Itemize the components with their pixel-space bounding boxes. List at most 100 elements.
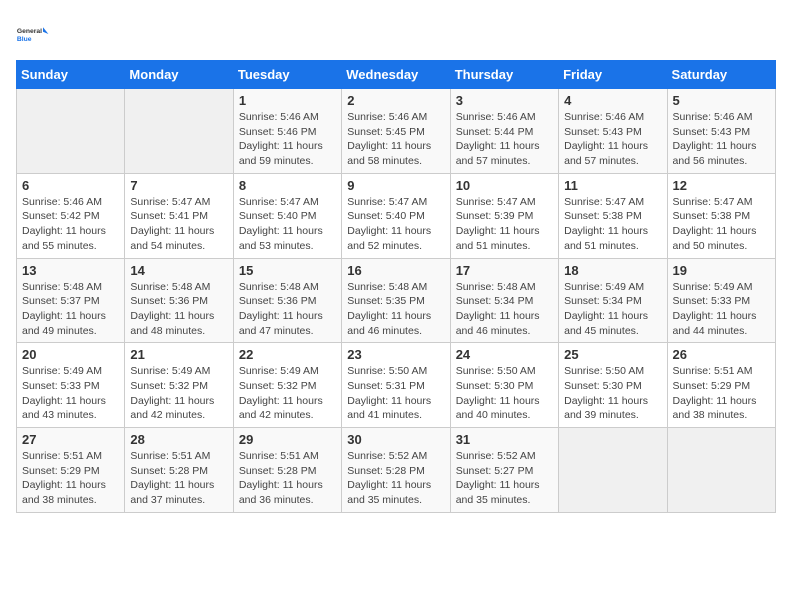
calendar-cell: 16 Sunrise: 5:48 AM Sunset: 5:35 PM Dayli…	[342, 258, 450, 343]
day-number: 6	[22, 178, 119, 193]
day-number: 23	[347, 347, 444, 362]
day-number: 28	[130, 432, 227, 447]
day-number: 5	[673, 93, 770, 108]
day-number: 24	[456, 347, 553, 362]
calendar-cell: 10Sunrise: 5:47 AM Sunset: 5:39 PM Dayli…	[450, 173, 558, 258]
calendar-cell: 31 Sunrise: 5:52 AM Sunset: 5:27 PM Dayli…	[450, 428, 558, 513]
day-number: 19	[673, 263, 770, 278]
day-info: Sunrise: 5:47 AM Sunset: 5:38 PM Dayligh…	[673, 195, 770, 254]
calendar-cell: 29Sunrise: 5:51 AM Sunset: 5:28 PM Dayli…	[233, 428, 341, 513]
calendar-cell: 14Sunrise: 5:48 AM Sunset: 5:36 PM Dayli…	[125, 258, 233, 343]
day-info: Sunrise: 5:49 AM Sunset: 5:34 PM Dayligh…	[564, 280, 661, 339]
calendar-cell: 21 Sunrise: 5:49 AM Sunset: 5:32 PM Dayli…	[125, 343, 233, 428]
day-number: 25	[564, 347, 661, 362]
calendar-cell: 5 Sunrise: 5:46 AM Sunset: 5:43 PM Daylig…	[667, 89, 775, 174]
day-info: Sunrise: 5:47 AM Sunset: 5:38 PM Dayligh…	[564, 195, 661, 254]
day-info: Sunrise: 5:51 AM Sunset: 5:28 PM Dayligh…	[130, 449, 227, 508]
day-number: 10	[456, 178, 553, 193]
weekday-header-tuesday: Tuesday	[233, 61, 341, 89]
weekday-header-wednesday: Wednesday	[342, 61, 450, 89]
calendar-cell: 19 Sunrise: 5:49 AM Sunset: 5:33 PM Dayli…	[667, 258, 775, 343]
day-number: 16	[347, 263, 444, 278]
calendar-cell	[17, 89, 125, 174]
day-number: 3	[456, 93, 553, 108]
calendar-cell: 28 Sunrise: 5:51 AM Sunset: 5:28 PM Dayli…	[125, 428, 233, 513]
calendar-cell: 25 Sunrise: 5:50 AM Sunset: 5:30 PM Dayli…	[559, 343, 667, 428]
calendar-cell	[667, 428, 775, 513]
day-number: 11	[564, 178, 661, 193]
day-info: Sunrise: 5:52 AM Sunset: 5:28 PM Dayligh…	[347, 449, 444, 508]
calendar-cell: 22Sunrise: 5:49 AM Sunset: 5:32 PM Dayli…	[233, 343, 341, 428]
day-number: 8	[239, 178, 336, 193]
calendar-cell: 9Sunrise: 5:47 AM Sunset: 5:40 PM Daylig…	[342, 173, 450, 258]
day-info: Sunrise: 5:50 AM Sunset: 5:30 PM Dayligh…	[456, 364, 553, 423]
calendar-cell: 13 Sunrise: 5:48 AM Sunset: 5:37 PM Dayli…	[17, 258, 125, 343]
calendar-cell: 11 Sunrise: 5:47 AM Sunset: 5:38 PM Dayli…	[559, 173, 667, 258]
day-number: 17	[456, 263, 553, 278]
day-number: 4	[564, 93, 661, 108]
page-header: GeneralBlue	[16, 16, 776, 52]
svg-text:Blue: Blue	[17, 36, 32, 43]
day-info: Sunrise: 5:46 AM Sunset: 5:45 PM Dayligh…	[347, 110, 444, 169]
logo: GeneralBlue	[16, 16, 52, 52]
weekday-header-sunday: Sunday	[17, 61, 125, 89]
calendar-cell: 30 Sunrise: 5:52 AM Sunset: 5:28 PM Dayli…	[342, 428, 450, 513]
day-number: 1	[239, 93, 336, 108]
day-number: 26	[673, 347, 770, 362]
day-number: 15	[239, 263, 336, 278]
calendar-cell: 24 Sunrise: 5:50 AM Sunset: 5:30 PM Dayli…	[450, 343, 558, 428]
day-info: Sunrise: 5:50 AM Sunset: 5:31 PM Dayligh…	[347, 364, 444, 423]
day-info: Sunrise: 5:46 AM Sunset: 5:44 PM Dayligh…	[456, 110, 553, 169]
day-number: 12	[673, 178, 770, 193]
day-info: Sunrise: 5:49 AM Sunset: 5:32 PM Dayligh…	[130, 364, 227, 423]
day-info: Sunrise: 5:46 AM Sunset: 5:43 PM Dayligh…	[564, 110, 661, 169]
calendar-cell	[559, 428, 667, 513]
weekday-header-row: SundayMondayTuesdayWednesdayThursdayFrid…	[17, 61, 776, 89]
day-number: 2	[347, 93, 444, 108]
calendar-week-row: 13 Sunrise: 5:48 AM Sunset: 5:37 PM Dayli…	[17, 258, 776, 343]
day-number: 27	[22, 432, 119, 447]
day-info: Sunrise: 5:52 AM Sunset: 5:27 PM Dayligh…	[456, 449, 553, 508]
day-number: 30	[347, 432, 444, 447]
calendar-cell: 12 Sunrise: 5:47 AM Sunset: 5:38 PM Dayli…	[667, 173, 775, 258]
day-info: Sunrise: 5:51 AM Sunset: 5:29 PM Dayligh…	[673, 364, 770, 423]
day-info: Sunrise: 5:46 AM Sunset: 5:43 PM Dayligh…	[673, 110, 770, 169]
calendar-week-row: 1 Sunrise: 5:46 AM Sunset: 5:46 PM Daylig…	[17, 89, 776, 174]
day-info: Sunrise: 5:48 AM Sunset: 5:36 PM Dayligh…	[130, 280, 227, 339]
day-number: 13	[22, 263, 119, 278]
weekday-header-monday: Monday	[125, 61, 233, 89]
calendar-cell: 20Sunrise: 5:49 AM Sunset: 5:33 PM Dayli…	[17, 343, 125, 428]
calendar-cell: 27 Sunrise: 5:51 AM Sunset: 5:29 PM Dayli…	[17, 428, 125, 513]
day-info: Sunrise: 5:46 AM Sunset: 5:42 PM Dayligh…	[22, 195, 119, 254]
day-info: Sunrise: 5:49 AM Sunset: 5:33 PM Dayligh…	[22, 364, 119, 423]
calendar-cell: 15 Sunrise: 5:48 AM Sunset: 5:36 PM Dayli…	[233, 258, 341, 343]
calendar-cell	[125, 89, 233, 174]
day-info: Sunrise: 5:48 AM Sunset: 5:34 PM Dayligh…	[456, 280, 553, 339]
calendar-cell: 1 Sunrise: 5:46 AM Sunset: 5:46 PM Daylig…	[233, 89, 341, 174]
logo-icon: GeneralBlue	[16, 16, 52, 52]
day-number: 21	[130, 347, 227, 362]
day-info: Sunrise: 5:50 AM Sunset: 5:30 PM Dayligh…	[564, 364, 661, 423]
calendar-cell: 17 Sunrise: 5:48 AM Sunset: 5:34 PM Dayli…	[450, 258, 558, 343]
day-info: Sunrise: 5:48 AM Sunset: 5:36 PM Dayligh…	[239, 280, 336, 339]
day-info: Sunrise: 5:51 AM Sunset: 5:29 PM Dayligh…	[22, 449, 119, 508]
calendar-cell: 4 Sunrise: 5:46 AM Sunset: 5:43 PM Daylig…	[559, 89, 667, 174]
day-info: Sunrise: 5:47 AM Sunset: 5:41 PM Dayligh…	[130, 195, 227, 254]
day-number: 22	[239, 347, 336, 362]
weekday-header-friday: Friday	[559, 61, 667, 89]
calendar-table: SundayMondayTuesdayWednesdayThursdayFrid…	[16, 60, 776, 513]
day-info: Sunrise: 5:46 AM Sunset: 5:46 PM Dayligh…	[239, 110, 336, 169]
day-number: 31	[456, 432, 553, 447]
calendar-cell: 7 Sunrise: 5:47 AM Sunset: 5:41 PM Daylig…	[125, 173, 233, 258]
day-info: Sunrise: 5:51 AM Sunset: 5:28 PM Dayligh…	[239, 449, 336, 508]
weekday-header-saturday: Saturday	[667, 61, 775, 89]
day-info: Sunrise: 5:47 AM Sunset: 5:40 PM Dayligh…	[347, 195, 444, 254]
day-info: Sunrise: 5:48 AM Sunset: 5:35 PM Dayligh…	[347, 280, 444, 339]
day-info: Sunrise: 5:49 AM Sunset: 5:33 PM Dayligh…	[673, 280, 770, 339]
day-number: 7	[130, 178, 227, 193]
day-number: 18	[564, 263, 661, 278]
day-info: Sunrise: 5:48 AM Sunset: 5:37 PM Dayligh…	[22, 280, 119, 339]
calendar-cell: 8 Sunrise: 5:47 AM Sunset: 5:40 PM Daylig…	[233, 173, 341, 258]
calendar-week-row: 20Sunrise: 5:49 AM Sunset: 5:33 PM Dayli…	[17, 343, 776, 428]
day-info: Sunrise: 5:47 AM Sunset: 5:40 PM Dayligh…	[239, 195, 336, 254]
